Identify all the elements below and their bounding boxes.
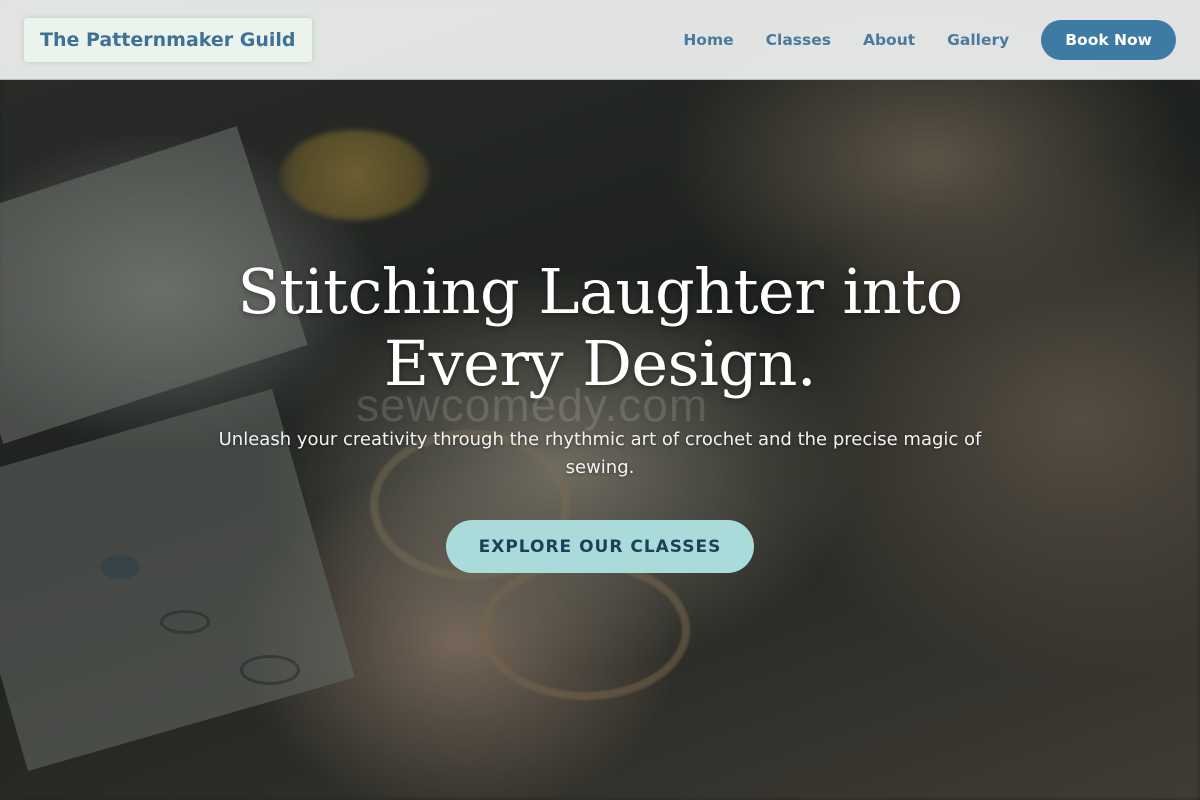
site-header: The Patternmaker Guild Home Classes Abou… <box>0 0 1200 80</box>
main-nav: Home Classes About Gallery Book Now <box>683 19 1176 60</box>
hero-subtitle-line: sewing. <box>565 457 635 478</box>
hero-title: Stitching Laughter into Every Design. <box>150 256 1050 400</box>
hero-subtitle: Unleash your creativity through the rhyt… <box>190 426 1010 482</box>
nav-home[interactable]: Home <box>683 31 733 49</box>
nav-classes[interactable]: Classes <box>766 31 831 49</box>
hero-title-line: Stitching Laughter into <box>237 255 963 328</box>
book-now-button[interactable]: Book Now <box>1041 19 1176 60</box>
brand-logo[interactable]: The Patternmaker Guild <box>24 17 312 62</box>
page: sewcomedy.com The Patternmaker Guild Hom… <box>0 0 1200 800</box>
hero-section: Stitching Laughter into Every Design. Un… <box>0 256 1200 573</box>
nav-gallery[interactable]: Gallery <box>947 31 1009 49</box>
nav-about[interactable]: About <box>863 31 915 49</box>
hero-title-line: Every Design. <box>383 327 817 400</box>
hero-subtitle-line: Unleash your creativity through the rhyt… <box>218 429 982 450</box>
explore-classes-button[interactable]: EXPLORE OUR CLASSES <box>446 520 754 573</box>
